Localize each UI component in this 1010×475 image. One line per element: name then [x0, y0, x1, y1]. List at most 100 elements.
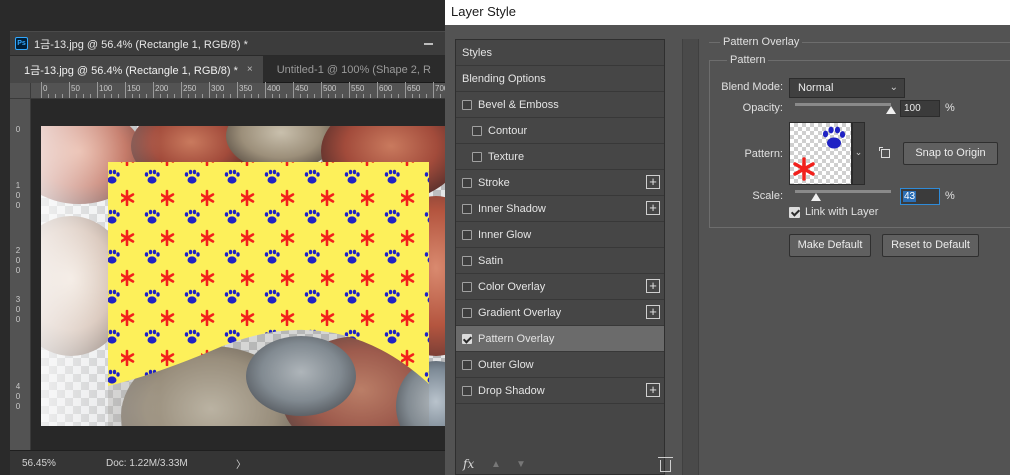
photoshop-logo-icon: Ps [15, 37, 28, 50]
style-item-color-overlay[interactable]: Color Overlay + [456, 274, 664, 300]
style-checkbox[interactable] [462, 359, 472, 370]
trash-icon[interactable] [658, 457, 673, 472]
style-checkbox[interactable] [462, 229, 472, 240]
scale-slider[interactable] [795, 190, 891, 202]
style-item-label: Drop Shadow [478, 384, 545, 397]
ruler-tick-label: 150 [127, 84, 141, 93]
layer-style-dialog: Layer Style Styles Blending Options Bevel … [445, 0, 1010, 475]
style-item-styles[interactable]: Styles [456, 40, 664, 66]
ruler-minor-tick [391, 94, 392, 98]
styles-footer: fx ▲ ▼ [455, 455, 673, 475]
ruler-minor-tick [76, 94, 77, 98]
style-item-label: Texture [488, 150, 525, 163]
style-item-inner-glow[interactable]: Inner Glow [456, 222, 664, 248]
ruler-minor-tick [167, 94, 168, 98]
add-effect-plus-icon[interactable]: + [646, 279, 660, 293]
add-effect-plus-icon[interactable]: + [646, 305, 660, 319]
snap-to-origin-button[interactable]: Snap to Origin [903, 142, 998, 165]
ruler-vertical[interactable]: 0100200300400 [10, 99, 31, 450]
fx-icon[interactable]: fx [463, 457, 474, 471]
style-item-gradient-overlay[interactable]: Gradient Overlay + [456, 300, 664, 326]
reset-to-default-button[interactable]: Reset to Default [882, 234, 979, 257]
add-effect-plus-icon[interactable]: + [646, 383, 660, 397]
ruler-corner[interactable] [10, 83, 31, 99]
ruler-tick-label: 500 [323, 84, 337, 93]
ruler-minor-tick [188, 94, 189, 98]
canvas-area[interactable] [31, 99, 445, 450]
style-item-contour[interactable]: Contour [456, 118, 664, 144]
style-item-label: Bevel & Emboss [478, 98, 559, 111]
blend-mode-select[interactable]: Normal ⌄ [789, 78, 905, 98]
link-with-layer-checkbox[interactable] [789, 207, 800, 218]
ruler-tick-label: 400 [267, 84, 281, 93]
style-checkbox[interactable] [462, 281, 472, 292]
ruler-minor-tick [272, 94, 273, 98]
document-canvas[interactable] [41, 126, 445, 426]
slider-thumb[interactable] [810, 193, 821, 201]
add-effect-plus-icon[interactable]: + [646, 201, 660, 215]
percent-sign: % [945, 102, 955, 114]
style-item-blending-options[interactable]: Blending Options [456, 66, 664, 92]
ruler-minor-tick [104, 94, 105, 98]
ruler-tick [349, 82, 350, 98]
style-checkbox[interactable] [472, 125, 482, 136]
style-checkbox[interactable] [462, 177, 472, 188]
ruler-minor-tick [258, 94, 259, 98]
tab-active-document[interactable]: 1금-13.jpg @ 56.4% (Rectangle 1, RGB/8) *… [10, 56, 263, 83]
tab-untitled-document[interactable]: Untitled-1 @ 100% (Shape 2, R [263, 56, 441, 83]
ruler-tick-label: 650 [407, 84, 421, 93]
pattern-preview[interactable] [789, 122, 852, 185]
style-item-outer-glow[interactable]: Outer Glow [456, 352, 664, 378]
ruler-tick-label: 250 [183, 84, 197, 93]
document-titlebar[interactable]: Ps 1금-13.jpg @ 56.4% (Rectangle 1, RGB/8… [10, 31, 445, 55]
style-item-texture[interactable]: Texture [456, 144, 664, 170]
canvas-artwork [41, 126, 445, 426]
dialog-titlebar[interactable]: Layer Style [445, 0, 1010, 25]
style-checkbox[interactable] [462, 333, 472, 344]
ruler-minor-tick [300, 94, 301, 98]
style-checkbox[interactable] [462, 307, 472, 318]
minimize-icon[interactable] [424, 43, 433, 45]
make-default-button[interactable]: Make Default [789, 234, 871, 257]
slider-track [795, 190, 891, 193]
style-checkbox[interactable] [462, 385, 472, 396]
document-window: Ps 1금-13.jpg @ 56.4% (Rectangle 1, RGB/8… [0, 0, 445, 475]
ruler-minor-tick [370, 94, 371, 98]
status-menu-arrow-icon[interactable]: 〉 [236, 456, 246, 471]
group-title: Pattern [727, 54, 769, 66]
opacity-input[interactable]: 100 [900, 100, 940, 117]
move-down-icon[interactable]: ▼ [516, 459, 526, 470]
ruler-minor-tick [160, 94, 161, 98]
tab-close-icon[interactable]: × [247, 64, 253, 75]
new-preset-icon[interactable] [879, 147, 890, 158]
style-checkbox[interactable] [462, 203, 472, 214]
chevron-down-icon: ⌄ [889, 82, 898, 93]
ruler-tick-label: 350 [239, 84, 253, 93]
scale-input[interactable]: 43 [900, 188, 940, 205]
slider-thumb[interactable] [886, 106, 896, 114]
style-item-satin[interactable]: Satin [456, 248, 664, 274]
pattern-label: Pattern: [744, 148, 783, 160]
ruler-minor-tick [195, 94, 196, 98]
add-effect-plus-icon[interactable]: + [646, 175, 660, 189]
ruler-horizontal[interactable]: 0 50 100 150 200 250 300 350 400 450 500 550 600 650 7… [31, 82, 445, 99]
ruler-tick-label: 550 [351, 84, 365, 93]
style-item-drop-shadow[interactable]: Drop Shadow + [456, 378, 664, 404]
style-checkbox[interactable] [462, 255, 472, 266]
scale-label: Scale: [752, 190, 783, 202]
pattern-picker-chevron-icon[interactable]: ⌄ [852, 122, 865, 185]
move-up-icon[interactable]: ▲ [491, 459, 501, 470]
opacity-slider[interactable] [795, 103, 896, 115]
style-item-inner-shadow[interactable]: Inner Shadow + [456, 196, 664, 222]
style-checkbox[interactable] [472, 151, 482, 162]
style-item-bevel-emboss[interactable]: Bevel & Emboss [456, 92, 664, 118]
style-checkbox[interactable] [462, 99, 472, 110]
style-item-stroke[interactable]: Stroke + [456, 170, 664, 196]
zoom-level[interactable]: 56.45% [22, 458, 92, 469]
scale-value: 43 [903, 191, 917, 202]
dialog-title: Layer Style [451, 4, 517, 19]
ruler-minor-tick [419, 94, 420, 98]
panel-divider [682, 39, 699, 475]
style-item-pattern-overlay[interactable]: Pattern Overlay [456, 326, 664, 352]
ruler-minor-tick [286, 94, 287, 98]
